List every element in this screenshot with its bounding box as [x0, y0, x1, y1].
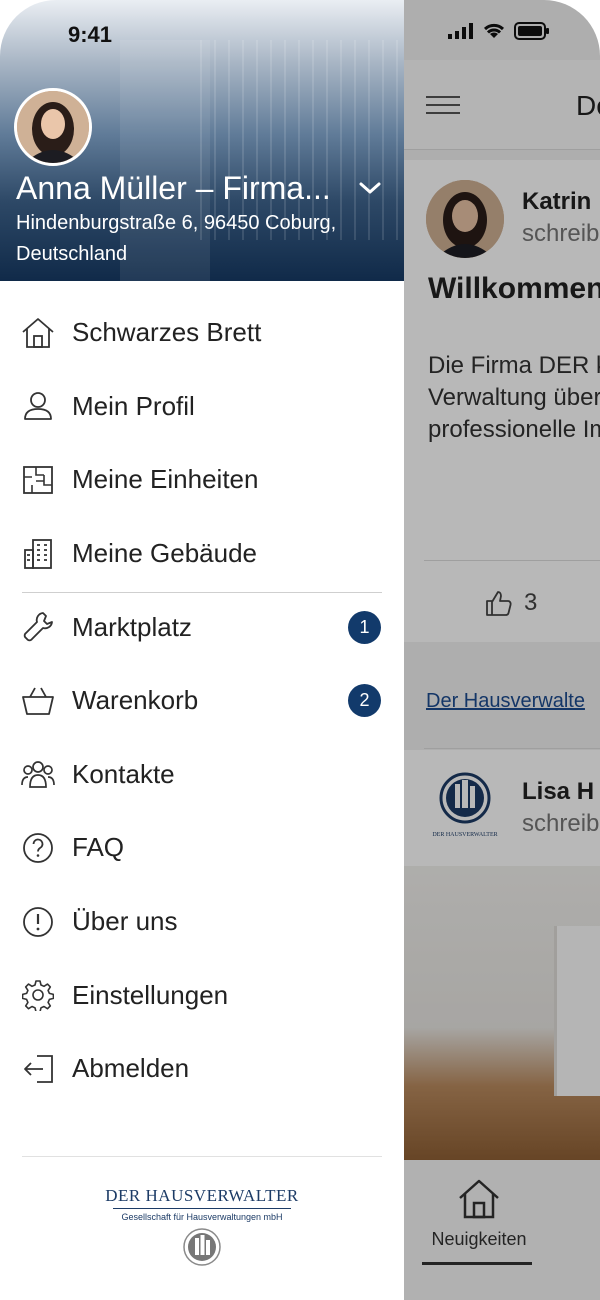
company-emblem-icon: [183, 1228, 221, 1266]
gear-icon: [20, 977, 56, 1013]
post-author-subtitle: schreib: [522, 810, 600, 837]
like-button[interactable]: 3: [484, 588, 537, 618]
menu-item-label: Meine Gebäude: [72, 538, 258, 569]
background-app: De Katrin schreib Willkommen App der Der…: [404, 0, 600, 1300]
battery-icon: [514, 22, 549, 40]
menu-item-label: Marktplatz: [72, 611, 192, 642]
profile-avatar[interactable]: [14, 88, 92, 166]
person-icon: [20, 388, 56, 424]
company-subtitle: Gesellschaft für Hausverwaltungen mbH: [121, 1212, 283, 1222]
menu-item-label: Mein Profil: [72, 390, 195, 421]
post-author: Lisa H: [522, 778, 595, 805]
phone-screen: De Katrin schreib Willkommen App der Der…: [0, 0, 600, 1300]
drawer-header: 9:41 Anna Müller – Firma... Hindenburgst…: [0, 0, 404, 281]
menu-item-meine-einheiten[interactable]: Meine Einheiten: [0, 443, 404, 517]
menu-item-kontakte[interactable]: Kontakte: [0, 738, 404, 812]
logout-icon: [20, 1051, 56, 1087]
post-body: Die Firma DER konzentriert si die Verwal…: [428, 352, 600, 443]
info-icon: [20, 904, 56, 940]
post-card[interactable]: DER HAUSVERWALTER Lisa H schreib: [404, 750, 600, 866]
post-divider: [424, 560, 600, 561]
bottom-tab-bar: Neuigkeiten: [404, 1160, 600, 1300]
thumbs-up-icon: [486, 591, 512, 616]
menu-item-label: Schwarzes Brett: [72, 317, 262, 348]
menu-item-einstellungen[interactable]: Einstellungen: [0, 958, 404, 1032]
tab-active-indicator: [422, 1262, 532, 1265]
floorplan-icon: [20, 462, 56, 498]
menu-item-meine-gebaeude[interactable]: Meine Gebäude: [0, 517, 404, 591]
profile-address: Hindenburgstraße 6, 96450 Coburg, Deutsc…: [16, 212, 337, 265]
question-icon: [20, 830, 56, 866]
like-count: 3: [524, 589, 538, 616]
window-in-image: [554, 926, 600, 1096]
tab-neuigkeiten[interactable]: Neuigkeiten: [424, 1178, 534, 1250]
author-avatar: [426, 180, 504, 258]
menu-item-warenkorb[interactable]: Warenkorb 2: [0, 664, 404, 738]
company-link[interactable]: Der Hausverwalte: [426, 690, 585, 713]
company-logo: DER HAUSVERWALTER: [426, 764, 504, 842]
menu-item-label: Einstellungen: [72, 979, 229, 1010]
menu-item-mein-profil[interactable]: Mein Profil: [0, 370, 404, 444]
status-time: 9:41: [68, 22, 113, 47]
post-title: Willkommen App der Der: [428, 272, 600, 305]
chevron-down-icon[interactable]: [358, 178, 382, 198]
menu-item-label: Über uns: [72, 906, 178, 937]
wifi-icon: [483, 23, 505, 38]
menu-item-label: Kontakte: [72, 758, 175, 789]
app-topbar: De: [404, 60, 600, 150]
divider: [424, 748, 600, 749]
company-name: DER HAUSVERWALTER: [105, 1186, 299, 1205]
tab-label: Neuigkeiten: [431, 1229, 527, 1249]
app-title: De: [576, 90, 600, 121]
drawer-menu: Schwarzes Brett Mein Profil Meine Einhei…: [0, 296, 404, 1106]
home-icon: [459, 1179, 499, 1219]
menu-item-label: Meine Einheiten: [72, 464, 259, 495]
post-image: [404, 866, 600, 1160]
footer-company-logo: DER HAUSVERWALTER Gesellschaft für Hausv…: [102, 1186, 302, 1222]
home-icon: [20, 315, 56, 351]
logo-rule: [113, 1208, 291, 1209]
menu-item-marktplatz[interactable]: Marktplatz 1: [0, 590, 404, 664]
menu-item-ueber-uns[interactable]: Über uns: [0, 885, 404, 959]
navigation-drawer: 9:41 Anna Müller – Firma... Hindenburgst…: [0, 0, 404, 1300]
profile-name[interactable]: Anna Müller – Firma...: [16, 170, 356, 207]
post-author: Katrin: [522, 188, 592, 215]
footer-divider: [22, 1156, 382, 1157]
menu-item-abmelden[interactable]: Abmelden: [0, 1032, 404, 1106]
notification-badge: 1: [348, 610, 381, 644]
menu-divider: [22, 592, 382, 593]
wrench-icon: [20, 609, 56, 645]
notification-badge: 2: [348, 684, 381, 718]
status-icons: [448, 22, 550, 40]
menu-item-label: Warenkorb: [72, 685, 199, 716]
menu-item-label: Abmelden: [72, 1053, 190, 1084]
post-card[interactable]: Katrin schreib Willkommen App der Der Di…: [404, 160, 600, 642]
post-author-subtitle: schreib: [522, 220, 600, 247]
svg-text:DER HAUSVERWALTER: DER HAUSVERWALTER: [432, 832, 497, 838]
menu-item-faq[interactable]: FAQ: [0, 811, 404, 885]
basket-icon: [20, 683, 56, 719]
menu-item-schwarzes-brett[interactable]: Schwarzes Brett: [0, 296, 404, 370]
people-icon: [20, 756, 56, 792]
menu-item-label: FAQ: [72, 832, 125, 863]
signal-icon: [448, 23, 473, 39]
hamburger-menu-icon[interactable]: [426, 96, 460, 116]
building-icon: [20, 536, 56, 572]
